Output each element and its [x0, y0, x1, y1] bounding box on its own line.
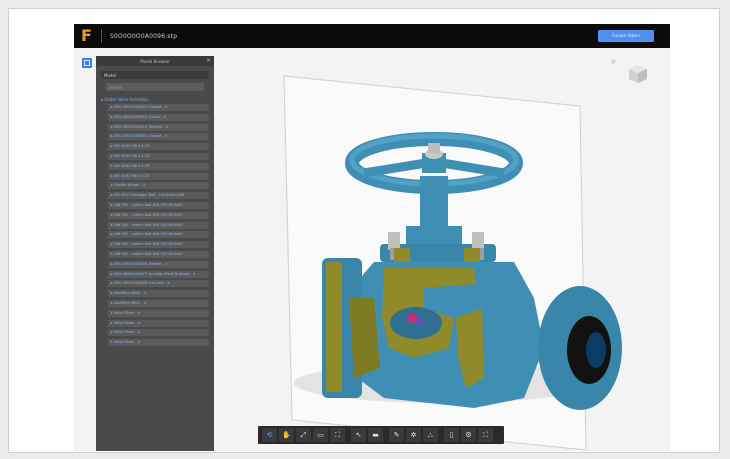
- viewer-app: F S0O0O0O0A0096.stp Fusion Open Model Br…: [74, 24, 670, 451]
- measure-tool-icon[interactable]: ↖: [351, 428, 366, 442]
- fit-tool-icon[interactable]: ⛶: [330, 428, 345, 442]
- model-row[interactable]: Model: [101, 71, 209, 79]
- model-browser-header: Model Browser ×: [96, 56, 214, 66]
- file-name: S0O0O0O0A0096.stp: [110, 32, 178, 40]
- valve-model: [283, 75, 622, 451]
- tree-root[interactable]: ▾ Globe Valve Assembly: [101, 95, 209, 103]
- model-browser-title: Model Browser: [140, 58, 170, 64]
- top-bar: F S0O0O0O0A0096.stp Fusion Open: [74, 24, 670, 48]
- tree-item[interactable]: ▸ SDS-00000-00005: Gasket - 4: [108, 133, 209, 141]
- camera-tool-icon[interactable]: ▭: [313, 428, 328, 442]
- tree-item[interactable]: ▸ ISO 4032 M8 x 1.25: [108, 152, 209, 160]
- section-tool-icon[interactable]: ▬: [368, 428, 383, 442]
- tree-item[interactable]: ▸ SDS-00000-00002: Gasket - 4: [108, 104, 209, 111]
- tree-item[interactable]: ▸ Valve Stem - 4: [108, 309, 209, 317]
- home-view-icon[interactable]: [611, 59, 616, 64]
- 3d-viewport[interactable]: [214, 48, 670, 451]
- tree-item[interactable]: ▸ SDS-00000-00007: Junction Front Bushin…: [108, 270, 209, 278]
- title-divider: [101, 29, 102, 43]
- tree-item[interactable]: ▸ DIN 931 - metric bolt DIN 931 M10x45: [108, 211, 209, 219]
- markup-tool-icon[interactable]: ✎: [389, 428, 404, 442]
- tree-item[interactable]: ▸ SDS-00000-00006: Bolster - 4: [108, 260, 209, 268]
- tree-item[interactable]: ▸ DIN 931 - metric bolt DIN 931 M10x45: [108, 201, 209, 209]
- tree-item[interactable]: ▸ Valve Stem - 4: [108, 319, 209, 327]
- zoom-tool-icon[interactable]: ⤢: [296, 428, 311, 442]
- settings-tool-icon[interactable]: ⚙: [461, 428, 476, 442]
- tree-item[interactable]: ▸ SDS-00000-00004: Washer - 4: [108, 123, 209, 131]
- viewer-toolbar: ⟲ ✋ ⤢ ▭ ⛶ ↖ ▬ ✎ ✲ ⛬ ▯ ⚙ ⛶: [258, 426, 504, 444]
- tree-item[interactable]: ▸ SDS-00000-00008: Lanyard - 4: [108, 280, 209, 288]
- tree-item[interactable]: ▸ ISO 4032 M8 x 1.25: [108, 143, 209, 151]
- tree-item[interactable]: ▸ DIN 931 - metric bolt DIN 931 M10x45: [108, 221, 209, 229]
- tree-item[interactable]: ▸ Handle Wheel - 4: [108, 182, 209, 190]
- pan-tool-icon[interactable]: ✋: [279, 428, 294, 442]
- tree-item[interactable]: ▸ SDS-00000-00003: Screw - 4: [108, 113, 209, 121]
- viewcube-icon[interactable]: [627, 63, 649, 85]
- model-browser-panel: Model Browser × Model Search ▾ Globe Val…: [96, 56, 214, 451]
- tree-item[interactable]: ▸ SealRing Hitch - 4: [108, 299, 209, 307]
- tree-item[interactable]: ▸ ISO 4032 M8 x 1.25: [108, 172, 209, 180]
- left-strip: [74, 48, 96, 451]
- open-in-fusion-button[interactable]: Fusion Open: [598, 30, 654, 42]
- fullscreen-tool-icon[interactable]: ⛶: [478, 428, 493, 442]
- close-icon[interactable]: ×: [206, 57, 211, 65]
- tree-item[interactable]: ▸ DIN 931 - metric bolt DIN 931 M10x45: [108, 250, 209, 258]
- tree-item[interactable]: ▸ ISO 4017 Hexagon Bolt - full thread M8: [108, 192, 209, 200]
- tree-item[interactable]: ▸ Valve Stem - 4: [108, 329, 209, 337]
- fusion-logo: F: [81, 26, 92, 45]
- tree-item[interactable]: ▸ DIN 931 - metric bolt DIN 931 M10x45: [108, 231, 209, 239]
- orbit-tool-icon[interactable]: ⟲: [262, 428, 277, 442]
- tree-item[interactable]: ▸ SealRing Hitch - 4: [108, 290, 209, 298]
- browser-toggle-icon[interactable]: [82, 58, 92, 68]
- search-input[interactable]: Search: [106, 83, 204, 91]
- model-browser-tool-icon[interactable]: ⛬: [423, 428, 438, 442]
- tree-item[interactable]: ▸ Valve Stem - 4: [108, 339, 209, 347]
- inner-cavity: [390, 307, 442, 339]
- tree-list: ▸ SDS-00000-00002: Gasket - 4 ▸ SDS-00000…: [108, 104, 209, 349]
- document-tool-icon[interactable]: ▯: [444, 428, 459, 442]
- explode-tool-icon[interactable]: ✲: [406, 428, 421, 442]
- tree-item[interactable]: ▸ ISO 4032 M8 x 1.25: [108, 162, 209, 170]
- tree-item[interactable]: ▸ DIN 931 - metric bolt DIN 931 M10x45: [108, 241, 209, 249]
